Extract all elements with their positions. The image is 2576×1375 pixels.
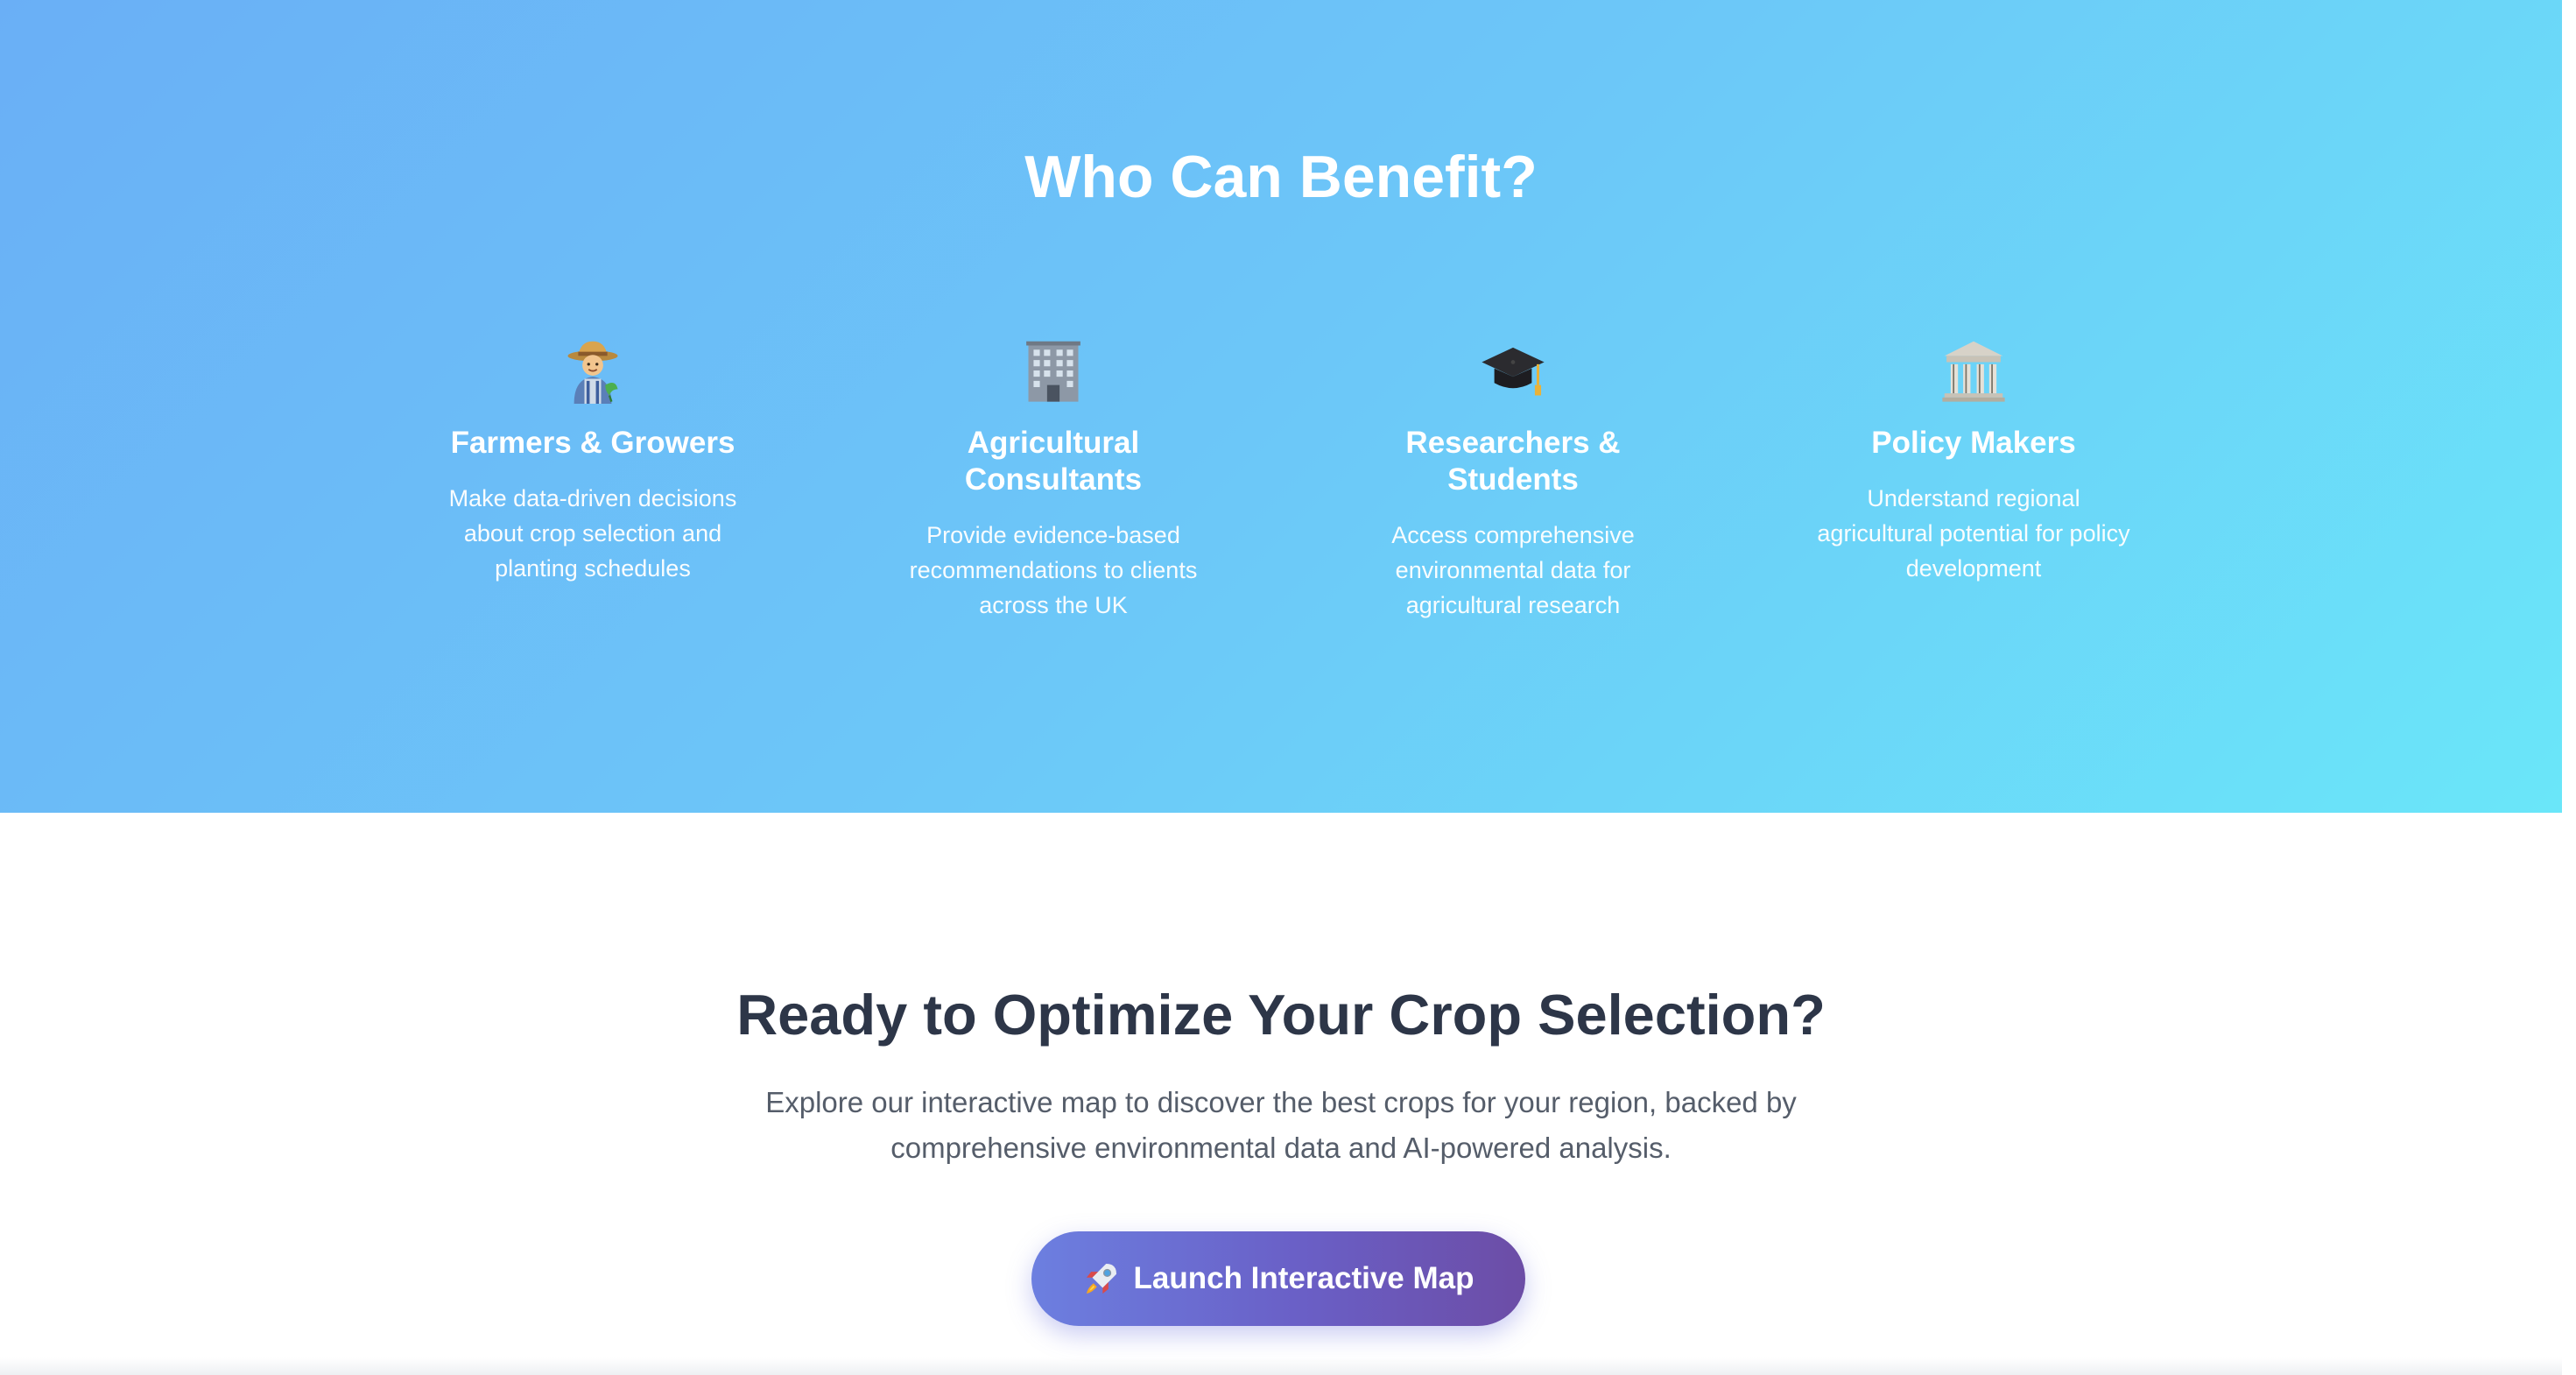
rocket-icon bbox=[1086, 1263, 1116, 1294]
benefit-card-researchers: Researchers & Students Access comprehens… bbox=[1329, 337, 1697, 623]
benefit-card-description: Access comprehensive environmental data … bbox=[1391, 522, 1635, 618]
launch-map-button[interactable]: Launch Interactive Map bbox=[1031, 1231, 1525, 1326]
benefit-card-description: Understand regional agricultural potenti… bbox=[1817, 485, 2130, 582]
benefit-section-title: Who Can Benefit? bbox=[1024, 144, 1538, 210]
farmer-icon bbox=[567, 341, 618, 404]
cta-description: Explore our interactive map to discover … bbox=[765, 1086, 1797, 1164]
bottom-edge bbox=[0, 1357, 2562, 1375]
benefit-card-consultants: Agricultural Consultants Provide evidenc… bbox=[869, 337, 1237, 623]
benefit-card-title: Farmers & Growers bbox=[450, 426, 735, 460]
benefit-card-title: Researchers & Students bbox=[1405, 426, 1621, 497]
classical-building-icon bbox=[1942, 341, 2005, 402]
benefit-card-title: Policy Makers bbox=[1871, 426, 2076, 460]
benefit-card-farmers: Farmers & Growers Make data-driven decis… bbox=[409, 337, 777, 586]
benefit-card-description: Make data-driven decisions about crop se… bbox=[448, 485, 737, 582]
benefit-card-policy-makers: Policy Makers Understand regional agricu… bbox=[1790, 337, 2157, 586]
scrollbar-gutter bbox=[2562, 0, 2576, 1375]
graduation-cap-icon bbox=[1482, 347, 1545, 396]
cta-title: Ready to Optimize Your Crop Selection? bbox=[736, 983, 1826, 1047]
benefit-section: Who Can Benefit? Farmers & Growers Make … bbox=[0, 0, 2562, 813]
launch-map-button-label: Launch Interactive Map bbox=[1133, 1261, 1475, 1295]
office-building-icon bbox=[1026, 341, 1080, 402]
benefit-card-title: Agricultural Consultants bbox=[964, 426, 1143, 497]
benefit-card-description: Provide evidence-based recommendations t… bbox=[909, 522, 1198, 618]
